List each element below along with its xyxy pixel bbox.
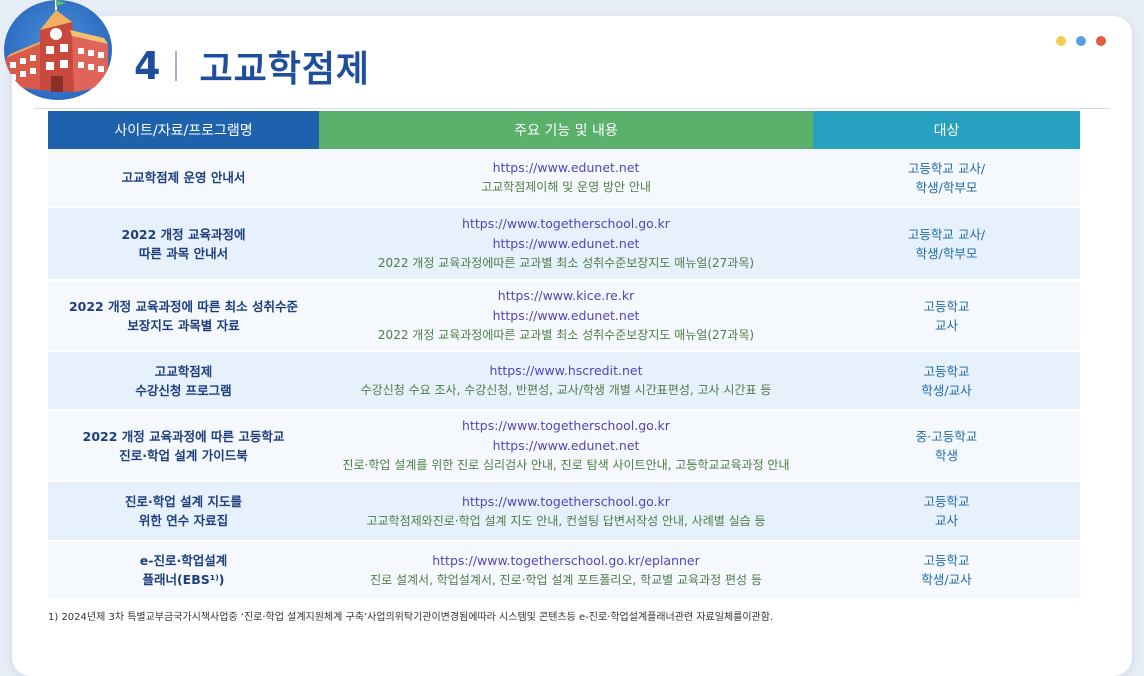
row-content-cell: https://www.hscredit.net 수강신청 수요 조사, 수강신… [319, 351, 813, 411]
target-audience: 고등학교 [923, 553, 970, 568]
row-content-cell: https://www.togetherschool.go.kr 고교학점제와진… [319, 481, 813, 542]
target-audience: 고등학교 [923, 363, 970, 379]
resource-name: 진로·학업 설계 지도를 [125, 494, 242, 509]
resource-name: 2022 개정 교육과정에 따른 고등학교 [82, 428, 285, 444]
row-name-cell: 2022 개정 교육과정에 따른 고등학교 진로·학업 설계 가이드북 [48, 410, 319, 482]
resource-link[interactable]: https://www.togetherschool.go.kr [325, 416, 807, 436]
resource-description: 진로·학업 설계를 위한 진로 심리검사 안내, 진로 탐색 사이트안내, 고등… [342, 458, 790, 472]
resource-description: 고교학점제이해 및 운영 방안 안내 [481, 180, 651, 194]
resource-link[interactable]: https://www.edunet.net [325, 234, 807, 254]
resource-link[interactable]: https://www.togetherschool.go.kr [325, 214, 807, 234]
table-row: 진로·학업 설계 지도를 위한 연수 자료집 https://www.toget… [48, 481, 1080, 542]
resource-name: e-진로·학업설계 [139, 553, 228, 568]
page-title: 고교학점제 [199, 49, 371, 90]
target-audience: 고등학교 교사/ [907, 160, 986, 176]
row-name-cell: 고교학점제 운영 안내서 [48, 149, 319, 208]
resource-name: 수강신청 프로그램 [135, 382, 232, 398]
table-row: 2022 개정 교육과정에 따른 고등학교 진로·학업 설계 가이드북 http… [48, 410, 1080, 482]
resource-name: 보장지도 과목별 자료 [127, 317, 240, 333]
resource-name: 플래너(EBS¹⁾) [142, 572, 225, 587]
row-content-cell: https://www.togetherschool.go.kr https:/… [319, 207, 813, 281]
resource-link[interactable]: https://www.edunet.net [325, 158, 807, 178]
red-dot-icon [1096, 36, 1106, 46]
resource-link[interactable]: https://www.hscredit.net [325, 361, 807, 381]
header-target: 대상 [813, 111, 1080, 149]
resource-table: 사이트/자료/프로그램명 주요 기능 및 내용 대상 고교학점제 운영 안내서 … [48, 111, 1080, 600]
table-row: 고교학점제 수강신청 프로그램 https://www.hscredit.net… [48, 351, 1080, 411]
table-header-row: 사이트/자료/프로그램명 주요 기능 및 내용 대상 [48, 111, 1080, 149]
target-audience: 중·고등학교 [915, 428, 978, 444]
resource-link[interactable]: https://www.togetherschool.go.kr/eplanne… [325, 551, 807, 571]
header-name: 사이트/자료/프로그램명 [48, 111, 319, 149]
blue-dot-icon [1076, 36, 1086, 46]
row-target-cell: 중·고등학교 학생 [813, 410, 1080, 482]
resource-link[interactable]: https://www.togetherschool.go.kr [325, 492, 807, 512]
resource-description: 2022 개정 교육과정에따른 교과별 최소 성취수준보장지도 매뉴얼(27과목… [377, 328, 755, 342]
footnote: 1) 2024년제 3차 특별교부금국가시책사업중 ‘진로·학업 설계지원체계 … [48, 612, 774, 623]
window-dots [1056, 36, 1106, 46]
resource-name: 2022 개정 교육과정에 [121, 226, 246, 242]
target-audience: 고등학교 [923, 494, 970, 509]
resource-link[interactable]: https://www.edunet.net [325, 306, 807, 326]
resource-name: 진로·학업 설계 가이드북 [119, 447, 248, 463]
resource-description: 고교학점제와진로·학업 설계 지도 안내, 컨설팅 답변서작성 안내, 사례별 … [366, 513, 766, 528]
target-audience: 교사 [934, 317, 958, 333]
target-audience: 학생/교사 [921, 572, 972, 587]
section-header: 4 고교학점제 [134, 40, 370, 92]
row-target-cell: 고등학교 교사 [813, 481, 1080, 542]
header-divider [175, 51, 178, 81]
resource-name: 고교학점제 운영 안내서 [121, 170, 246, 185]
target-audience: 학생 [934, 447, 958, 463]
row-name-cell: 2022 개정 교육과정에 따른 과목 안내서 [48, 207, 319, 281]
resource-link[interactable]: https://www.kice.re.kr [325, 286, 807, 306]
row-target-cell: 고등학교 교사 [813, 280, 1080, 352]
row-name-cell: 2022 개정 교육과정에 따른 최소 성취수준 보장지도 과목별 자료 [48, 280, 319, 352]
table-row: 고교학점제 운영 안내서 https://www.edunet.net 고교학점… [48, 149, 1080, 208]
table-row: e-진로·학업설계 플래너(EBS¹⁾) https://www.togethe… [48, 541, 1080, 600]
table-row: 2022 개정 교육과정에 따른 과목 안내서 https://www.toge… [48, 207, 1080, 281]
row-name-cell: 고교학점제 수강신청 프로그램 [48, 351, 319, 411]
resource-name: 고교학점제 [154, 363, 213, 379]
yellow-dot-icon [1056, 36, 1066, 46]
row-name-cell: 진로·학업 설계 지도를 위한 연수 자료집 [48, 481, 319, 542]
row-target-cell: 고등학교 교사/ 학생/학부모 [813, 207, 1080, 281]
school-building-icon [4, 0, 112, 100]
row-content-cell: https://www.togetherschool.go.kr https:/… [319, 410, 813, 482]
row-target-cell: 고등학교 학생/교사 [813, 351, 1080, 411]
resource-description: 진로 설계서, 학업설계서, 진로·학업 설계 포트폴리오, 학교별 교육과정 … [370, 572, 762, 587]
target-audience: 학생/학부모 [915, 179, 978, 195]
resource-description: 2022 개정 교육과정에따른 교과별 최소 성취수준보장지도 매뉴얼(27과목… [377, 256, 755, 270]
section-number: 4 [134, 44, 162, 88]
target-audience: 고등학교 [923, 298, 970, 314]
row-content-cell: https://www.kice.re.kr https://www.edune… [319, 280, 813, 352]
resource-name: 2022 개정 교육과정에 따른 최소 성취수준 [68, 298, 299, 314]
row-content-cell: https://www.edunet.net 고교학점제이해 및 운영 방안 안… [319, 149, 813, 208]
resource-description: 수강신청 수요 조사, 수강신청, 반편성, 교사/학생 개별 시간표편성, 고… [360, 383, 772, 397]
header-content: 주요 기능 및 내용 [319, 111, 813, 149]
target-audience: 고등학교 교사/ [907, 226, 986, 242]
target-audience: 학생/교사 [921, 382, 972, 398]
row-target-cell: 고등학교 교사/ 학생/학부모 [813, 149, 1080, 208]
row-name-cell: e-진로·학업설계 플래너(EBS¹⁾) [48, 541, 319, 600]
resource-name: 위한 연수 자료집 [138, 513, 229, 528]
target-audience: 교사 [934, 513, 958, 528]
table-row: 2022 개정 교육과정에 따른 최소 성취수준 보장지도 과목별 자료 htt… [48, 280, 1080, 352]
resource-name: 따른 과목 안내서 [138, 245, 229, 261]
row-content-cell: https://www.togetherschool.go.kr/eplanne… [319, 541, 813, 600]
row-target-cell: 고등학교 학생/교사 [813, 541, 1080, 600]
header-rule [34, 108, 1110, 109]
target-audience: 학생/학부모 [915, 245, 978, 261]
resource-link[interactable]: https://www.edunet.net [325, 436, 807, 456]
